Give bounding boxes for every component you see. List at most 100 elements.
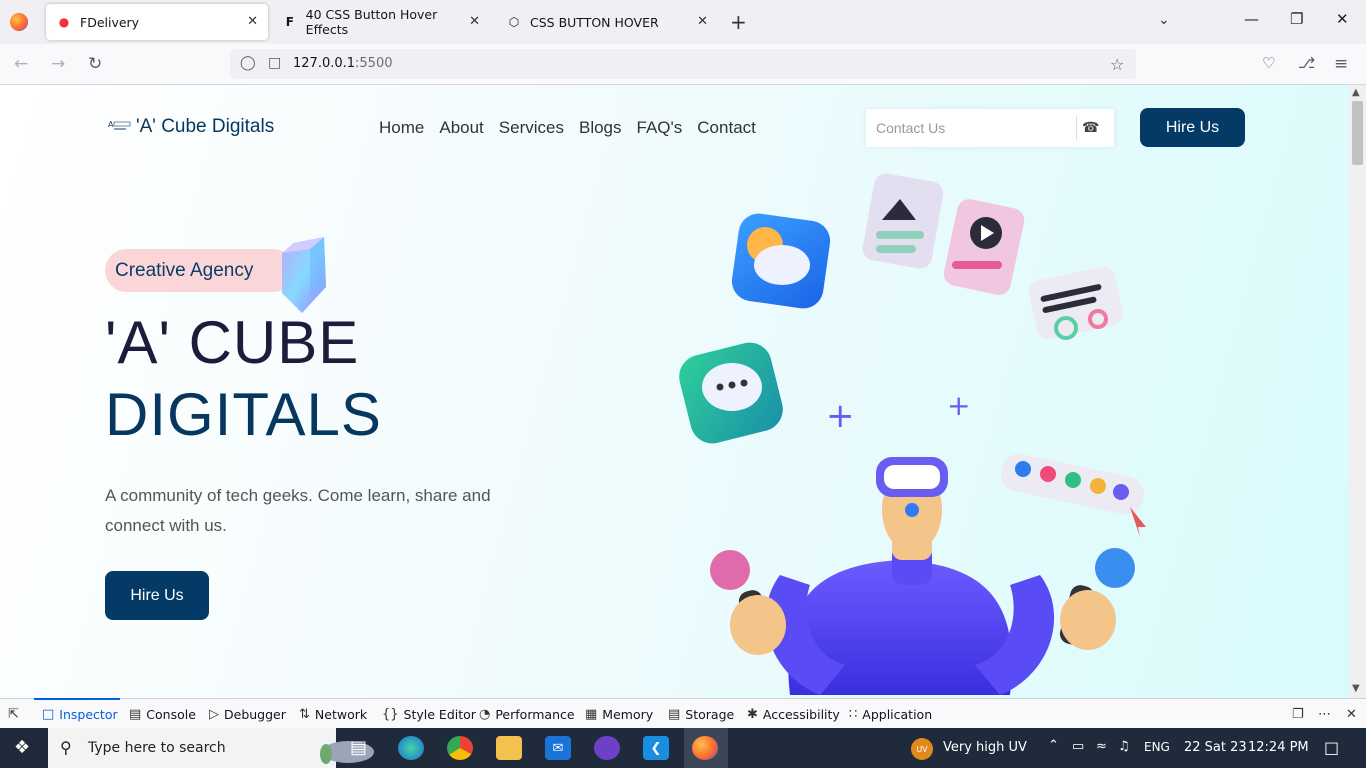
tab-storage[interactable]: ▤ Storage	[668, 707, 734, 722]
close-icon[interactable]: ✕	[697, 14, 708, 29]
close-window-button[interactable]: ✕	[1336, 10, 1349, 28]
divider	[1076, 116, 1077, 140]
svg-text:A: A	[108, 120, 114, 129]
back-arrow-icon[interactable]: ←	[14, 54, 28, 74]
pick-element-icon[interactable]: ⇱	[8, 707, 19, 722]
phone-icon[interactable]: ☎	[1082, 119, 1099, 136]
firefox-taskbar-icon[interactable]	[692, 736, 718, 760]
extensions-icon[interactable]: ⎇	[1298, 54, 1315, 72]
nav-home[interactable]: Home	[379, 118, 424, 138]
edge-icon[interactable]	[398, 736, 424, 760]
tab-css-button-effects[interactable]: F 40 CSS Button Hover Effects ✕	[272, 4, 490, 40]
inspector-icon: □	[42, 707, 55, 722]
vscode-icon[interactable]: ❮	[643, 736, 669, 760]
pocket-icon[interactable]: ♡	[1262, 54, 1275, 72]
scroll-thumb[interactable]	[1352, 101, 1363, 165]
shield-icon[interactable]: ◯	[240, 55, 256, 71]
tab-label: Network	[314, 707, 368, 722]
tab-network[interactable]: ⇅ Network	[299, 707, 367, 722]
windows-start-icon[interactable]: ❖	[14, 737, 30, 758]
restore-button[interactable]: ❐	[1290, 10, 1303, 28]
date-text[interactable]: 22 Sat 23	[1184, 740, 1247, 755]
manatee-icon	[320, 741, 374, 764]
gauge-icon: ◔	[479, 707, 491, 722]
reload-icon[interactable]: ↻	[88, 54, 102, 74]
new-tab-button[interactable]: +	[730, 10, 747, 34]
scroll-down-icon[interactable]: ▼	[1352, 683, 1360, 694]
contact-input[interactable]	[866, 109, 1076, 147]
tab-performance[interactable]: ◔ Performance	[479, 707, 575, 722]
wifi-icon[interactable]: ≈	[1096, 739, 1107, 754]
file-explorer-icon[interactable]	[496, 736, 522, 760]
tab-accessibility[interactable]: ✱ Accessibility	[747, 707, 840, 722]
minimize-button[interactable]: —	[1244, 10, 1259, 28]
github-desktop-icon[interactable]	[594, 736, 620, 760]
task-view-icon[interactable]: ▤	[350, 737, 367, 758]
taskbar-search[interactable]: ⚲ Type here to search	[48, 728, 374, 768]
f-icon: F	[285, 15, 294, 29]
scroll-up-icon[interactable]: ▲	[1352, 87, 1360, 98]
tab-title: 40 CSS Button Hover Effects	[305, 7, 438, 37]
tab-application[interactable]: ∷ Application	[849, 707, 932, 722]
more-options-icon[interactable]: ⋯	[1318, 707, 1331, 722]
nav-services[interactable]: Services	[499, 118, 564, 138]
close-icon[interactable]: ✕	[469, 14, 480, 29]
time-text[interactable]: 12:24 PM	[1248, 740, 1309, 755]
close-icon[interactable]: ✕	[247, 14, 258, 29]
tab-style-editor[interactable]: {} Style Editor	[382, 707, 476, 722]
tab-label: Inspector	[59, 707, 118, 722]
chevron-up-icon[interactable]: ⌃	[1048, 738, 1059, 753]
braces-icon: {}	[382, 707, 399, 722]
page-icon: □	[268, 55, 282, 71]
svg-text:+: +	[947, 389, 970, 422]
cube-icon	[282, 237, 326, 313]
grid-icon: ∷	[849, 707, 858, 722]
tab-fdelivery[interactable]: ● FDelivery ✕	[46, 4, 268, 40]
tab-debugger[interactable]: ▷ Debugger	[209, 707, 286, 722]
volume-icon[interactable]: ♫	[1118, 739, 1130, 754]
dock-icon[interactable]: ❐	[1292, 707, 1304, 722]
weather-text[interactable]: Very high UV	[943, 740, 1027, 755]
nav-about[interactable]: About	[439, 118, 483, 138]
star-icon[interactable]: ☆	[1110, 55, 1124, 74]
accessibility-icon: ✱	[747, 707, 758, 722]
notification-icon[interactable]: □	[1324, 738, 1339, 757]
contact-box: ☎	[866, 109, 1114, 147]
nav-blogs[interactable]: Blogs	[579, 118, 622, 138]
url-bar[interactable]: ◯ □ 127.0.0.1:5500 ☆	[230, 49, 1136, 79]
tab-label: Style Editor	[403, 707, 476, 722]
tab-memory[interactable]: ▦ Memory	[585, 707, 653, 722]
tab-inspector[interactable]: □ Inspector	[42, 707, 118, 722]
console-icon: ▤	[129, 707, 142, 722]
vertical-scrollbar[interactable]: ▲ ▼	[1349, 85, 1366, 698]
site-logo[interactable]: 'A' Cube Digitals	[136, 116, 274, 138]
forward-arrow-icon[interactable]: →	[51, 54, 65, 74]
tab-css-button-hover[interactable]: ⬡ CSS BUTTON HOVER ✕	[496, 4, 718, 40]
nav-contact[interactable]: Contact	[697, 118, 756, 138]
chevron-down-icon[interactable]: ⌄	[1158, 12, 1170, 28]
devtools-toolbar: ⇱ □ Inspector ▤ Console ▷ Debugger ⇅ Network…	[0, 698, 1366, 728]
close-devtools-icon[interactable]: ✕	[1346, 707, 1357, 722]
url-text[interactable]: 127.0.0.1:5500	[293, 56, 393, 71]
hire-us-hero-button[interactable]: Hire Us	[105, 571, 209, 620]
chrome-icon[interactable]	[447, 736, 473, 760]
firefox-icon[interactable]	[10, 13, 28, 31]
url-host: 127.0.0.1	[293, 56, 356, 71]
headline-line-2: DIGITALS	[105, 381, 382, 448]
battery-icon[interactable]: ▭	[1072, 739, 1084, 754]
tab-strip: ● FDelivery ✕ F 40 CSS Button Hover Effe…	[0, 0, 1366, 44]
search-placeholder: Type here to search	[88, 740, 226, 756]
mail-icon[interactable]: ✉	[545, 736, 571, 760]
tab-console[interactable]: ▤ Console	[129, 707, 196, 722]
vr-person-illustration: + + +	[679, 173, 1146, 695]
hire-us-header-button[interactable]: Hire Us	[1140, 108, 1245, 147]
nav-faqs[interactable]: FAQ's	[637, 118, 683, 138]
language-indicator[interactable]: ENG	[1144, 740, 1170, 754]
tab-label: Storage	[685, 707, 735, 722]
tab-title: FDelivery	[80, 14, 140, 30]
web-page: A 'A' Cube Digitals Home About Services …	[0, 85, 1349, 698]
uv-badge[interactable]: UV	[911, 738, 933, 760]
debugger-icon: ▷	[209, 707, 219, 722]
menu-icon[interactable]: ≡	[1334, 54, 1348, 74]
network-icon: ⇅	[299, 707, 310, 722]
